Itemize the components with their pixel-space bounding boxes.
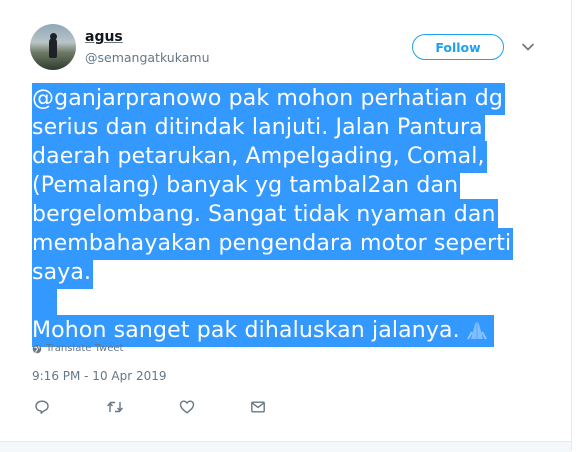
tweet-paragraph-1: @ganjarpranowo pak mohon perhatian dg se… [32,83,514,289]
follow-button[interactable]: Follow [412,34,504,60]
envelope-icon [251,401,265,413]
translate-tweet-label: Translate Tweet [46,343,124,354]
folded-hands-emoji-icon [466,322,487,340]
chevron-down-icon[interactable] [521,40,535,54]
avatar-figure-shape [49,38,57,58]
panel-bottom-edge [0,441,571,452]
tweet-text: @ganjarpranowo pak mohon perhatian dg se… [32,83,552,347]
reply-icon [35,400,49,414]
avatar[interactable] [30,24,76,70]
tweet-timestamp[interactable]: 9:16 PM - 10 Apr 2019 [32,369,167,383]
panel-edge [571,0,572,451]
like-button[interactable] [178,398,196,416]
retweet-icon [106,401,124,413]
user-handle[interactable]: @semangatkukamu [85,50,210,65]
tweet-paragraph-2: Mohon sanget pak dihaluskan jalanya. [32,318,460,343]
retweet-button[interactable] [106,398,124,416]
message-button[interactable] [249,398,267,416]
tweet-paragraph-gap [32,286,552,318]
heart-icon [179,400,195,414]
reply-button[interactable] [33,398,51,416]
translate-tweet-link[interactable]: Translate Tweet [32,343,123,354]
user-name[interactable]: agus [85,29,123,45]
globe-icon [32,344,42,353]
